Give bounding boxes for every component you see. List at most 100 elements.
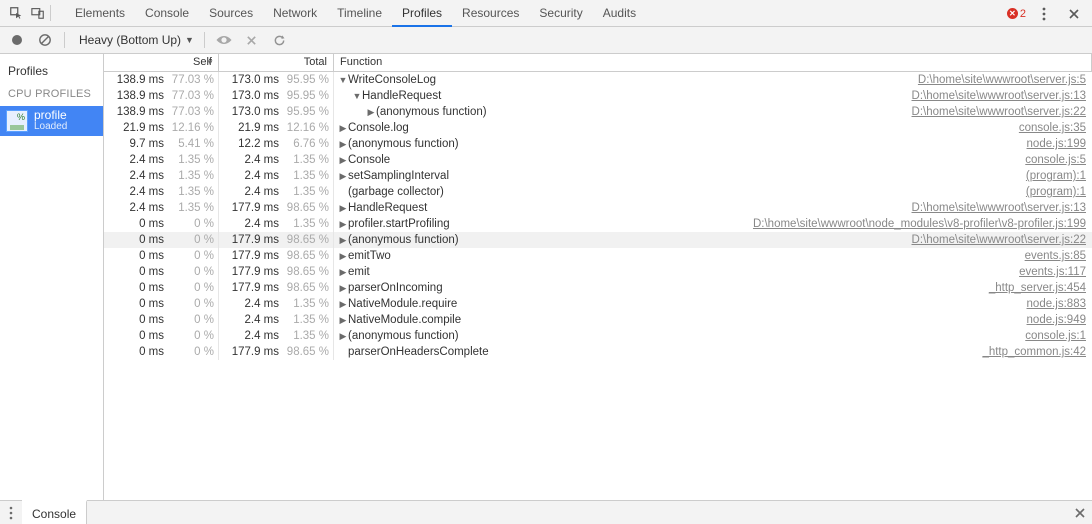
table-row[interactable]: 0 ms0 %177.9 ms98.65 %parserOnHeadersCom… [104, 344, 1092, 360]
source-link[interactable]: D:\home\site\wwwroot\server.js:22 [912, 104, 1086, 120]
table-row[interactable]: 138.9 ms77.03 %173.0 ms95.95 %▶(anonymou… [104, 104, 1092, 120]
source-link[interactable]: events.js:117 [1019, 264, 1086, 280]
self-ms: 0 ms [104, 248, 164, 264]
disclosure-right-icon[interactable]: ▶ [338, 168, 348, 184]
disclosure-down-icon[interactable]: ▼ [338, 72, 348, 88]
total-ms: 2.4 ms [219, 152, 279, 168]
inspect-element-icon[interactable] [6, 3, 26, 23]
col-function[interactable]: Function [334, 54, 1092, 71]
disclosure-right-icon[interactable]: ▶ [366, 104, 376, 120]
tab-audits[interactable]: Audits [593, 0, 646, 27]
source-link[interactable]: D:\home\site\wwwroot\server.js:22 [912, 232, 1086, 248]
drawer-kebab-icon[interactable] [0, 501, 22, 524]
kebab-menu-icon[interactable] [1034, 4, 1054, 24]
disclosure-right-icon[interactable]: ▶ [338, 120, 348, 136]
self-pct: 1.35 % [166, 184, 214, 200]
device-toggle-icon[interactable] [28, 3, 48, 23]
source-link[interactable]: console.js:1 [1025, 328, 1086, 344]
exclude-icon[interactable] [243, 31, 261, 49]
table-row[interactable]: 0 ms0 %2.4 ms1.35 %▶(anonymous function)… [104, 328, 1092, 344]
source-link[interactable]: (program):1 [1026, 168, 1086, 184]
table-row[interactable]: 0 ms0 %2.4 ms1.35 %▶NativeModule.require… [104, 296, 1092, 312]
total-pct: 95.95 % [281, 88, 329, 104]
tab-resources[interactable]: Resources [452, 0, 529, 27]
clear-icon[interactable] [36, 31, 54, 49]
table-row[interactable]: 21.9 ms12.16 %21.9 ms12.16 %▶Console.log… [104, 120, 1092, 136]
table-row[interactable]: 138.9 ms77.03 %173.0 ms95.95 %▼WriteCons… [104, 72, 1092, 88]
source-link[interactable]: _http_server.js:454 [989, 280, 1086, 296]
tab-elements[interactable]: Elements [65, 0, 135, 27]
table-row[interactable]: 0 ms0 %2.4 ms1.35 %▶NativeModule.compile… [104, 312, 1092, 328]
function-name: setSamplingInterval [348, 168, 449, 184]
close-devtools-icon[interactable] [1064, 4, 1084, 24]
col-total[interactable]: Total [219, 54, 334, 71]
disclosure-right-icon[interactable]: ▶ [338, 328, 348, 344]
table-row[interactable]: 9.7 ms5.41 %12.2 ms6.76 %▶(anonymous fun… [104, 136, 1092, 152]
tab-timeline[interactable]: Timeline [327, 0, 392, 27]
total-pct: 98.65 % [281, 200, 329, 216]
disclosure-right-icon[interactable]: ▶ [338, 264, 348, 280]
self-pct: 12.16 % [166, 120, 214, 136]
table-row[interactable]: 2.4 ms1.35 %2.4 ms1.35 %▶Consoleconsole.… [104, 152, 1092, 168]
source-link[interactable]: console.js:35 [1019, 120, 1086, 136]
source-link[interactable]: D:\home\site\wwwroot\server.js:5 [918, 72, 1086, 88]
self-pct: 0 % [166, 312, 214, 328]
error-indicator[interactable]: ✕ 2 [1007, 8, 1026, 20]
self-pct: 0 % [166, 328, 214, 344]
source-link[interactable]: node.js:883 [1027, 296, 1086, 312]
source-link[interactable]: (program):1 [1026, 184, 1086, 200]
disclosure-right-icon[interactable]: ▶ [338, 152, 348, 168]
total-ms: 177.9 ms [219, 280, 279, 296]
disclosure-right-icon[interactable]: ▶ [338, 216, 348, 232]
self-pct: 77.03 % [166, 104, 214, 120]
source-link[interactable]: node.js:949 [1027, 312, 1086, 328]
total-pct: 1.35 % [281, 296, 329, 312]
sidebar-item-profile[interactable]: profile Loaded [0, 106, 103, 136]
tab-network[interactable]: Network [263, 0, 327, 27]
record-icon[interactable] [8, 31, 26, 49]
table-row[interactable]: 0 ms0 %177.9 ms98.65 %▶(anonymous functi… [104, 232, 1092, 248]
source-link[interactable]: console.js:5 [1025, 152, 1086, 168]
source-link[interactable]: _http_common.js:42 [982, 344, 1086, 360]
disclosure-right-icon[interactable]: ▶ [338, 296, 348, 312]
view-mode-select[interactable]: Heavy (Bottom Up) ▼ [79, 33, 194, 47]
tab-security[interactable]: Security [529, 0, 592, 27]
table-row[interactable]: 2.4 ms1.35 %2.4 ms1.35 %▶setSamplingInte… [104, 168, 1092, 184]
tab-profiles[interactable]: Profiles [392, 0, 452, 27]
table-row[interactable]: 0 ms0 %177.9 ms98.65 %▶emitTwoevents.js:… [104, 248, 1092, 264]
table-row[interactable]: 138.9 ms77.03 %173.0 ms95.95 %▼HandleReq… [104, 88, 1092, 104]
total-ms: 173.0 ms [219, 88, 279, 104]
profiles-toolbar: Heavy (Bottom Up) ▼ [0, 27, 1092, 54]
function-name: (anonymous function) [348, 232, 459, 248]
self-pct: 0 % [166, 232, 214, 248]
tab-sources[interactable]: Sources [199, 0, 263, 27]
drawer-tab-console[interactable]: Console [22, 500, 87, 524]
total-pct: 1.35 % [281, 168, 329, 184]
disclosure-right-icon[interactable]: ▶ [338, 200, 348, 216]
tab-console[interactable]: Console [135, 0, 199, 27]
disclosure-down-icon[interactable]: ▼ [352, 88, 362, 104]
table-row[interactable]: 0 ms0 %177.9 ms98.65 %▶parserOnIncoming_… [104, 280, 1092, 296]
focus-icon[interactable] [215, 31, 233, 49]
self-pct: 1.35 % [166, 168, 214, 184]
disclosure-right-icon[interactable]: ▶ [338, 248, 348, 264]
source-link[interactable]: D:\home\site\wwwroot\server.js:13 [912, 88, 1086, 104]
table-row[interactable]: 2.4 ms1.35 %177.9 ms98.65 %▶HandleReques… [104, 200, 1092, 216]
sidebar-heading: Profiles [0, 60, 103, 86]
source-link[interactable]: D:\home\site\wwwroot\server.js:13 [912, 200, 1086, 216]
col-self[interactable]: Self ▼ [104, 54, 219, 71]
source-link[interactable]: node.js:199 [1027, 136, 1086, 152]
table-row[interactable]: 0 ms0 %2.4 ms1.35 %▶profiler.startProfil… [104, 216, 1092, 232]
source-link[interactable]: events.js:85 [1025, 248, 1086, 264]
source-link[interactable]: D:\home\site\wwwroot\node_modules\v8-pro… [753, 216, 1086, 232]
disclosure-right-icon[interactable]: ▶ [338, 312, 348, 328]
disclosure-right-icon[interactable]: ▶ [338, 232, 348, 248]
drawer-close-icon[interactable] [1068, 501, 1092, 524]
table-row[interactable]: 0 ms0 %177.9 ms98.65 %▶emitevents.js:117 [104, 264, 1092, 280]
table-body[interactable]: 138.9 ms77.03 %173.0 ms95.95 %▼WriteCons… [104, 72, 1092, 500]
table-row[interactable]: 2.4 ms1.35 %2.4 ms1.35 %(garbage collect… [104, 184, 1092, 200]
disclosure-right-icon[interactable]: ▶ [338, 136, 348, 152]
disclosure-right-icon[interactable]: ▶ [338, 280, 348, 296]
reload-icon[interactable] [271, 31, 289, 49]
panel-tabs: ElementsConsoleSourcesNetworkTimelinePro… [65, 0, 646, 27]
